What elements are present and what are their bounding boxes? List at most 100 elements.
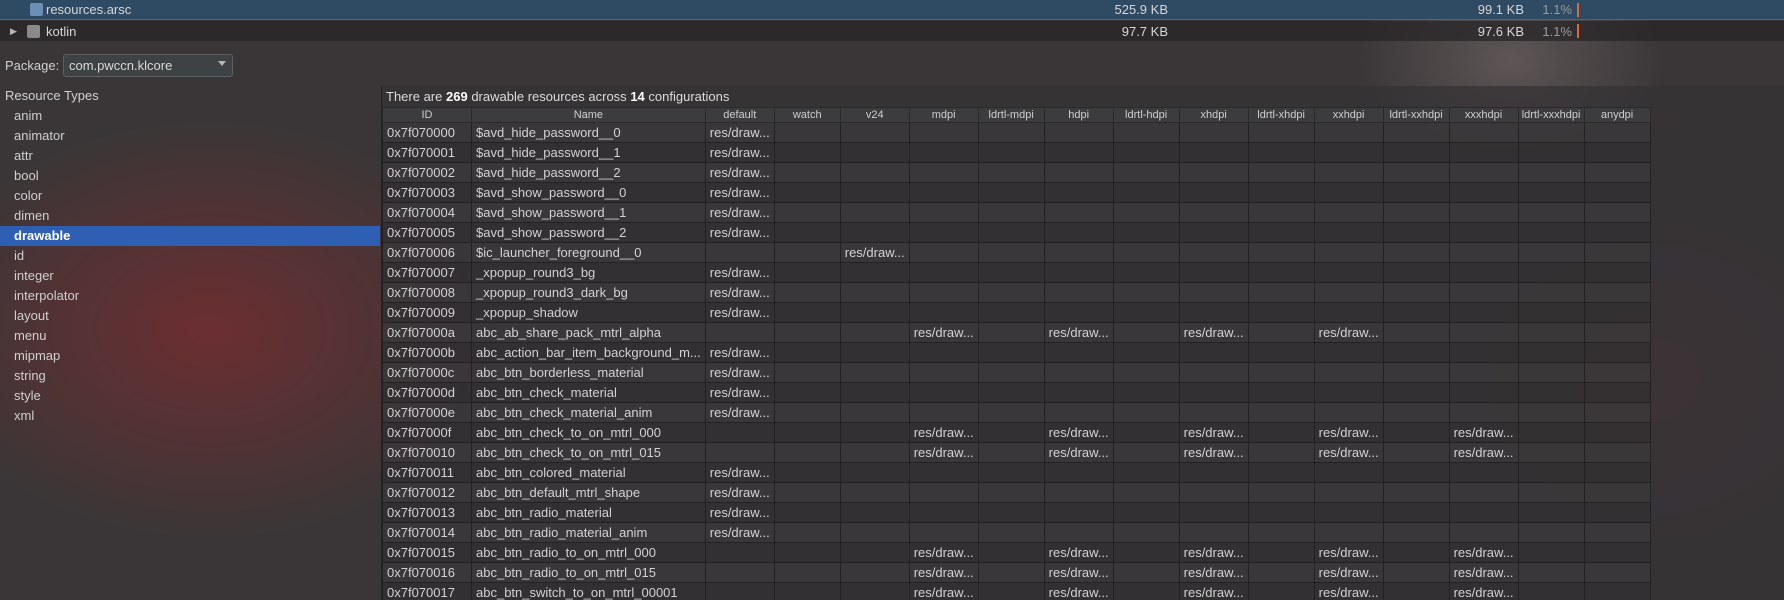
table-row[interactable]: 0x7f070016 abc_btn_radio_to_on_mtrl_015 re… — [382, 562, 1651, 583]
column-header-v24[interactable]: v24 — [839, 107, 910, 123]
cell-xxxhdpi — [1448, 482, 1519, 503]
resource-type-bool[interactable]: bool — [0, 166, 380, 186]
cell-ldrtl-xxhdpi — [1382, 162, 1450, 183]
column-header-default[interactable]: default — [704, 107, 775, 123]
cell-watch — [773, 362, 841, 383]
resource-name: abc_ab_share_pack_mtrl_alpha — [471, 322, 706, 343]
file-row-kotlin[interactable]: ▶ kotlin 97.7 KB 97.6 KB 1.1% — [0, 21, 1784, 41]
column-header-ldrtl-xhdpi[interactable]: ldrtl-xhdpi — [1247, 107, 1315, 123]
column-header-xhdpi[interactable]: xhdpi — [1178, 107, 1249, 123]
table-row[interactable]: 0x7f07000e abc_btn_check_material_anim res… — [382, 402, 1651, 423]
table-row[interactable]: 0x7f070004 $avd_show_password__1 res/draw.… — [382, 202, 1651, 223]
resource-type-id[interactable]: id — [0, 246, 380, 266]
package-label: Package: — [5, 58, 60, 73]
cell-ldrtl-mdpi — [977, 262, 1045, 283]
table-row[interactable]: 0x7f07000f abc_btn_check_to_on_mtrl_000 re… — [382, 422, 1651, 443]
cell-default — [704, 542, 775, 563]
column-header-ldrtl-hdpi[interactable]: ldrtl-hdpi — [1112, 107, 1180, 123]
cell-ldrtl-xhdpi — [1247, 362, 1315, 383]
table-row[interactable]: 0x7f07000a abc_ab_share_pack_mtrl_alpha re… — [382, 322, 1651, 343]
column-header-anydpi[interactable]: anydpi — [1583, 107, 1651, 123]
table-row[interactable]: 0x7f070012 abc_btn_default_mtrl_shape res/… — [382, 482, 1651, 503]
table-row[interactable]: 0x7f070015 abc_btn_radio_to_on_mtrl_000 re… — [382, 542, 1651, 563]
column-header-ldrtl-xxhdpi[interactable]: ldrtl-xxhdpi — [1382, 107, 1450, 123]
resource-type-string[interactable]: string — [0, 366, 380, 386]
cell-ldrtl-mdpi — [977, 522, 1045, 543]
package-value: com.pwccn.klcore — [69, 58, 173, 73]
resource-type-animator[interactable]: animator — [0, 126, 380, 146]
table-row[interactable]: 0x7f070007 _xpopup_round3_bg res/draw... — [382, 262, 1651, 283]
table-row[interactable]: 0x7f07000b abc_action_bar_item_background… — [382, 342, 1651, 363]
table-row[interactable]: 0x7f070008 _xpopup_round3_dark_bg res/draw… — [382, 282, 1651, 303]
cell-ldrtl-xxxhdpi — [1517, 422, 1585, 443]
resource-name: abc_btn_radio_to_on_mtrl_000 — [471, 542, 706, 563]
column-header-xxhdpi[interactable]: xxhdpi — [1313, 107, 1384, 123]
resource-table[interactable]: ID Name default watch v24 mdpi ldrtl-mdpi hdpi l… — [382, 107, 1651, 600]
cell-ldrtl-mdpi — [977, 202, 1045, 223]
resource-type-drawable[interactable]: drawable — [0, 226, 380, 246]
column-header-Name[interactable]: Name — [471, 107, 706, 123]
cell-xxhdpi: res/draw... — [1313, 582, 1384, 600]
cell-xxhdpi — [1313, 122, 1384, 143]
cell-mdpi — [908, 122, 979, 143]
table-row[interactable]: 0x7f070001 $avd_hide_password__1 res/draw.… — [382, 142, 1651, 163]
package-select[interactable]: com.pwccn.klcore — [63, 54, 233, 77]
table-row[interactable]: 0x7f07000d abc_btn_check_material res/draw… — [382, 382, 1651, 403]
resource-type-integer[interactable]: integer — [0, 266, 380, 286]
resource-type-anim[interactable]: anim — [0, 106, 380, 126]
expand-arrow-icon[interactable]: ▶ — [10, 26, 17, 37]
cell-ldrtl-xhdpi — [1247, 502, 1315, 523]
cell-ldrtl-xxxhdpi — [1517, 242, 1585, 263]
column-header-mdpi[interactable]: mdpi — [908, 107, 979, 123]
resource-type-color[interactable]: color — [0, 186, 380, 206]
table-row[interactable]: 0x7f07000c abc_btn_borderless_material res… — [382, 362, 1651, 383]
cell-watch — [773, 282, 841, 303]
cell-xhdpi — [1178, 182, 1249, 203]
table-row[interactable]: 0x7f070005 $avd_show_password__2 res/draw.… — [382, 222, 1651, 243]
cell-mdpi — [908, 222, 979, 243]
cell-ldrtl-mdpi — [977, 142, 1045, 163]
resource-type-dimen[interactable]: dimen — [0, 206, 380, 226]
resource-type-xml[interactable]: xml — [0, 406, 380, 426]
cell-hdpi: res/draw... — [1043, 442, 1114, 463]
cell-ldrtl-xxxhdpi — [1517, 582, 1585, 600]
table-row[interactable]: 0x7f070013 abc_btn_radio_material res/draw… — [382, 502, 1651, 523]
table-row[interactable]: 0x7f070003 $avd_show_password__0 res/draw.… — [382, 182, 1651, 203]
table-row[interactable]: 0x7f070000 $avd_hide_password__0 res/draw.… — [382, 122, 1651, 143]
cell-xxxhdpi: res/draw... — [1448, 562, 1519, 583]
resource-type-style[interactable]: style — [0, 386, 380, 406]
cell-ldrtl-xhdpi — [1247, 522, 1315, 543]
resource-type-mipmap[interactable]: mipmap — [0, 346, 380, 366]
column-header-hdpi[interactable]: hdpi — [1043, 107, 1114, 123]
column-header-ID[interactable]: ID — [382, 107, 472, 123]
resource-name: abc_btn_check_to_on_mtrl_000 — [471, 422, 706, 443]
column-header-ldrtl-xxxhdpi[interactable]: ldrtl-xxxhdpi — [1517, 107, 1585, 123]
table-row[interactable]: 0x7f070006 $ic_launcher_foreground__0 res/… — [382, 242, 1651, 263]
cell-ldrtl-xhdpi — [1247, 422, 1315, 443]
table-row[interactable]: 0x7f070011 abc_btn_colored_material res/dr… — [382, 462, 1651, 483]
column-header-watch[interactable]: watch — [773, 107, 841, 123]
resource-type-interpolator[interactable]: interpolator — [0, 286, 380, 306]
resource-name: abc_btn_check_to_on_mtrl_015 — [471, 442, 706, 463]
column-header-ldrtl-mdpi[interactable]: ldrtl-mdpi — [977, 107, 1045, 123]
cell-ldrtl-xxxhdpi — [1517, 562, 1585, 583]
table-row[interactable]: 0x7f070009 _xpopup_shadow res/draw... — [382, 302, 1651, 323]
resource-id: 0x7f070006 — [382, 242, 472, 263]
table-row[interactable]: 0x7f070017 abc_btn_switch_to_on_mtrl_0000… — [382, 582, 1651, 600]
resource-type-menu[interactable]: menu — [0, 326, 380, 346]
table-row[interactable]: 0x7f070014 abc_btn_radio_material_anim res… — [382, 522, 1651, 543]
cell-xxxhdpi — [1448, 242, 1519, 263]
resource-type-attr[interactable]: attr — [0, 146, 380, 166]
cell-ldrtl-xxxhdpi — [1517, 542, 1585, 563]
cell-xhdpi: res/draw... — [1178, 562, 1249, 583]
column-header-xxxhdpi[interactable]: xxxhdpi — [1448, 107, 1519, 123]
cell-v24 — [839, 522, 910, 543]
table-row[interactable]: 0x7f070010 abc_btn_check_to_on_mtrl_015 re… — [382, 442, 1651, 463]
resource-id: 0x7f070010 — [382, 442, 472, 463]
cell-ldrtl-hdpi — [1112, 322, 1180, 343]
cell-ldrtl-xxxhdpi — [1517, 522, 1585, 543]
table-row[interactable]: 0x7f070002 $avd_hide_password__2 res/draw.… — [382, 162, 1651, 183]
resource-type-layout[interactable]: layout — [0, 306, 380, 326]
file-row-resources-arsc[interactable]: resources.arsc 525.9 KB 99.1 KB 1.1% — [0, 0, 1784, 20]
cell-mdpi — [908, 502, 979, 523]
